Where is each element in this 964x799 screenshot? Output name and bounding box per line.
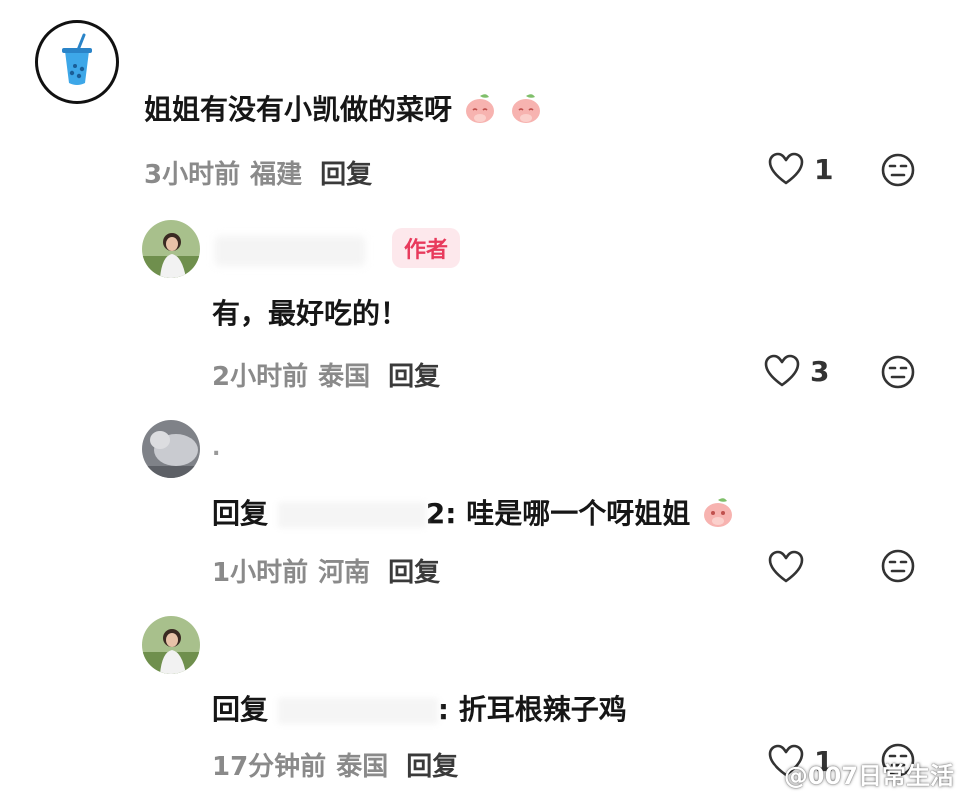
- heart-outline-icon: [768, 550, 804, 583]
- location: 泰国: [336, 752, 389, 782]
- neutral-face-icon: [881, 355, 915, 389]
- avatar[interactable]: [35, 20, 119, 104]
- reply-prefix: 回复: [212, 693, 269, 726]
- username: .: [212, 436, 221, 461]
- like-button[interactable]: 1: [768, 152, 833, 186]
- comment-text-body: 姐姐有没有小凯做的菜呀: [144, 93, 453, 126]
- avatar[interactable]: [142, 616, 200, 674]
- timestamp: 2小时前: [212, 362, 309, 392]
- comment-text-body: 折耳根辣子鸡: [458, 693, 627, 726]
- comment-text: 回复 2: 哇是哪一个呀姐姐: [212, 492, 736, 537]
- timestamp: 17分钟前: [212, 752, 327, 782]
- like-count: 3: [810, 354, 830, 388]
- peach-shy-emoji: [700, 494, 736, 537]
- like-button[interactable]: [768, 550, 814, 584]
- location: 河南: [318, 558, 371, 588]
- reply-prefix: 回复: [212, 497, 269, 530]
- mention-tail: 2:: [425, 497, 457, 530]
- comment-meta: 3小时前 福建 回复: [144, 154, 372, 191]
- weibo-logo-icon: [747, 762, 776, 786]
- dislike-button[interactable]: [880, 354, 916, 390]
- comment-meta: 1小时前 河南 回复: [212, 552, 440, 589]
- avatar[interactable]: [142, 420, 200, 478]
- comment-meta: 17分钟前 泰国 回复: [212, 746, 458, 783]
- heart-outline-icon: [764, 354, 800, 387]
- user-photo: [142, 616, 200, 674]
- neutral-face-icon: [881, 153, 915, 187]
- comment-text-body: 哇是哪一个呀姐姐: [466, 497, 691, 530]
- bubble-tea-icon: [62, 33, 92, 85]
- blurred-username: [215, 236, 365, 266]
- dislike-button[interactable]: [880, 152, 916, 188]
- timestamp: 3小时前: [144, 160, 241, 190]
- peach-shy-emoji: [508, 90, 544, 133]
- comment-text: 姐姐有没有小凯做的菜呀: [144, 88, 544, 133]
- comment-meta: 2小时前 泰国 回复: [212, 356, 440, 393]
- avatar[interactable]: [142, 220, 200, 278]
- comment-text: 有，最好吃的！: [212, 297, 409, 330]
- reply-button[interactable]: 回复: [320, 160, 372, 190]
- peach-shy-emoji: [462, 90, 498, 133]
- like-button[interactable]: 3: [764, 354, 829, 388]
- location: 泰国: [318, 362, 371, 392]
- reply-button[interactable]: 回复: [406, 752, 458, 782]
- weibo-watermark: @007日常生活: [747, 756, 954, 791]
- reply-button[interactable]: 回复: [388, 362, 440, 392]
- user-photo: [142, 220, 200, 278]
- comment-text: 回复 : 折耳根辣子鸡: [212, 688, 627, 728]
- watermark-text: @007日常生活: [783, 762, 954, 790]
- blurred-mention: [277, 502, 426, 528]
- location: 福建: [250, 160, 303, 190]
- reply-button[interactable]: 回复: [388, 558, 440, 588]
- user-photo: [142, 420, 200, 478]
- timestamp: 1小时前: [212, 558, 309, 588]
- blurred-mention: [277, 698, 438, 724]
- dislike-button[interactable]: [880, 548, 916, 584]
- heart-outline-icon: [768, 152, 804, 185]
- like-count: 1: [814, 152, 834, 186]
- neutral-face-icon: [881, 549, 915, 583]
- author-badge: 作者: [392, 228, 461, 268]
- mention-tail: :: [437, 693, 449, 726]
